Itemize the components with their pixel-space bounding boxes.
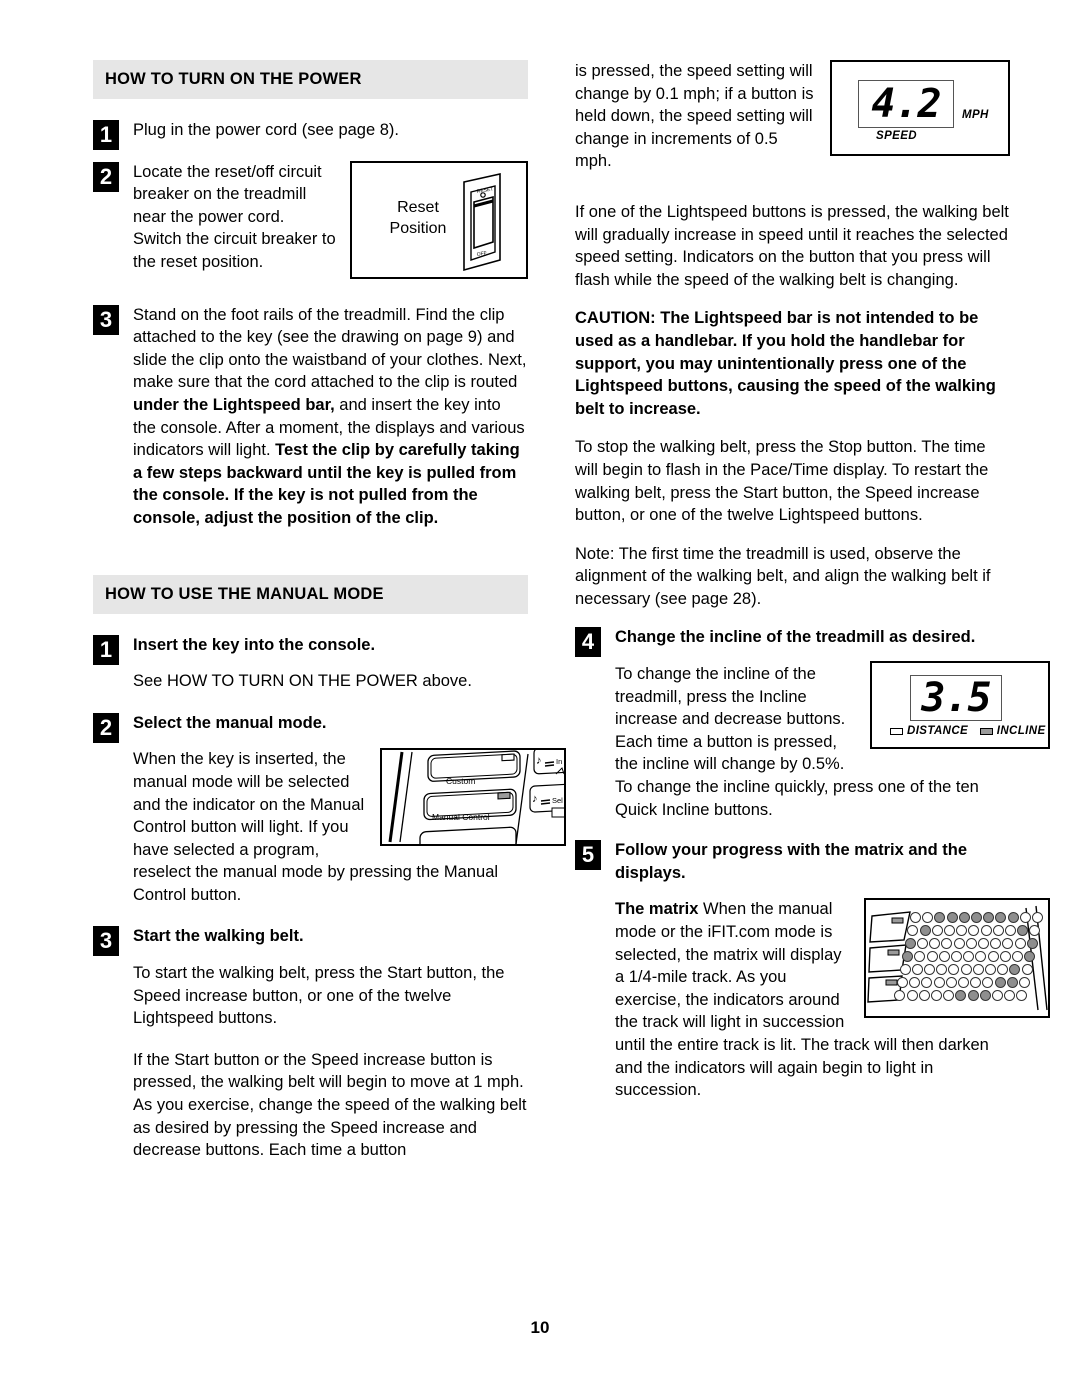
incline-captions: DISTANCE INCLINE bbox=[890, 725, 1046, 737]
speed-lcd-window: 4.2 bbox=[858, 80, 954, 128]
matrix-dot bbox=[946, 912, 958, 924]
step-title: Follow your progress with the matrix and… bbox=[615, 841, 968, 882]
step-number-badge: 2 bbox=[93, 712, 119, 743]
step-title: Change the incline of the treadmill as d… bbox=[615, 628, 976, 647]
matrix-dot bbox=[953, 938, 965, 950]
caption-incline: INCLINE bbox=[996, 725, 1046, 738]
step-number-badge: 4 bbox=[575, 627, 601, 658]
left-column: HOW TO TURN ON THE POWER 1 Plug in the p… bbox=[93, 60, 566, 1178]
step-title: Start the walking belt. bbox=[133, 927, 304, 946]
step-body-1: To start the walking belt, press the Sta… bbox=[133, 964, 505, 1028]
right-column: 4.2 SPEED MPH is pressed, the speed sett… bbox=[575, 60, 1050, 1118]
matrix-dot bbox=[906, 990, 918, 1002]
step-text-part1: Stand on the foot rails of the treadmill… bbox=[133, 305, 527, 392]
matrix-dot bbox=[933, 977, 945, 989]
console-button-label-custom: Custom bbox=[446, 776, 476, 787]
figure-console-buttons: ♪ ♪ In Sel Custom Manual Control bbox=[380, 748, 566, 847]
matrix-dot bbox=[960, 964, 972, 976]
figure-speed-display: 4.2 SPEED MPH bbox=[830, 60, 1010, 156]
step-follow-progress: 5 Follow your progress with the matrix a… bbox=[575, 839, 1050, 1102]
section-heading-manual-mode: HOW TO USE THE MANUAL MODE bbox=[93, 574, 528, 614]
caption-line-1: Reset bbox=[397, 198, 439, 216]
step-locate-circuit-breaker: 2 Reset Position RESET OFF Locate the re… bbox=[93, 160, 528, 285]
paragraph-stop-belt: To stop the walking belt, press the Stop… bbox=[575, 438, 989, 525]
section-heading-power: HOW TO TURN ON THE POWER bbox=[93, 60, 528, 99]
matrix-dot bbox=[994, 977, 1006, 989]
figure-incline-display: 3.5 DISTANCE INCLINE bbox=[870, 661, 1050, 750]
paragraph-lightspeed-buttons: If one of the Lightspeed buttons is pres… bbox=[575, 202, 1009, 289]
speed-caption: SPEED bbox=[876, 130, 917, 142]
step-text: Plug in the power cord (see page 8). bbox=[133, 121, 399, 139]
matrix-dot bbox=[919, 925, 931, 937]
step-text: Stand on the foot rails of the treadmill… bbox=[133, 304, 528, 530]
step-body-2: If the Start button or the Speed increas… bbox=[133, 1050, 527, 1160]
matrix-dot bbox=[926, 951, 938, 963]
step-number-badge: 2 bbox=[93, 161, 119, 192]
step-text-bold1: under the Lightspeed bar, bbox=[133, 395, 335, 414]
step-number-badge: 1 bbox=[93, 120, 119, 150]
manual-page: HOW TO TURN ON THE POWER 1 Plug in the p… bbox=[0, 0, 1080, 1397]
matrix-dot bbox=[1007, 912, 1019, 924]
step-change-incline: 4 Change the incline of the treadmill as… bbox=[575, 626, 1050, 821]
incline-value: 3.5 bbox=[921, 675, 991, 722]
step-number-badge: 1 bbox=[93, 634, 119, 665]
distance-led-icon bbox=[890, 727, 903, 735]
svg-text:Sel: Sel bbox=[552, 796, 563, 805]
console-button-label-manual-control: Manual Control bbox=[432, 812, 490, 823]
caption-distance: DISTANCE bbox=[907, 725, 969, 738]
figure-matrix-display bbox=[864, 898, 1050, 1019]
matrix-dot bbox=[967, 990, 979, 1002]
step-select-manual-mode: 2 Select the manual mode. ♪ ♪ In Sel Cus… bbox=[93, 712, 566, 907]
step-number-badge: 3 bbox=[93, 304, 119, 335]
incline-led-icon bbox=[979, 727, 993, 735]
svg-text:♪: ♪ bbox=[532, 793, 537, 805]
matrix-dot bbox=[987, 951, 999, 963]
step-insert-key: 1 Insert the key into the console. See H… bbox=[93, 634, 528, 693]
speed-value: 4.2 bbox=[871, 81, 941, 127]
step-attach-key-clip: 3 Stand on the foot rails of the treadmi… bbox=[93, 304, 528, 530]
step-plug-in-power-cord: 1 Plug in the power cord (see page 8). bbox=[93, 119, 528, 150]
paragraph-caution: CAUTION: The Lightspeed bar is not inten… bbox=[575, 309, 996, 418]
speed-unit: MPH bbox=[962, 109, 989, 121]
step-body: See HOW TO TURN ON THE POWER above. bbox=[133, 672, 472, 691]
matrix-dot bbox=[899, 964, 911, 976]
svg-text:♪: ♪ bbox=[536, 755, 541, 767]
step-title: Select the manual mode. bbox=[133, 713, 327, 732]
console-illustration: ♪ ♪ In Sel bbox=[388, 750, 564, 845]
paragraph-note-alignment: Note: The first time the treadmill is us… bbox=[575, 544, 991, 608]
caption-line-2: Position bbox=[389, 219, 447, 237]
svg-text:In: In bbox=[556, 757, 562, 766]
page-number: 10 bbox=[530, 1318, 550, 1337]
matrix-dot bbox=[1014, 938, 1026, 950]
step-number-badge: 3 bbox=[93, 926, 119, 957]
matrix-dot bbox=[1021, 964, 1033, 976]
matrix-dot bbox=[980, 925, 992, 937]
incline-lcd-window: 3.5 bbox=[910, 675, 1002, 722]
circuit-breaker-illustration: RESET OFF bbox=[463, 172, 501, 271]
step-start-walking-belt: 3 Start the walking belt. To start the w… bbox=[93, 925, 528, 1161]
figure-reset-position: Reset Position RESET OFF bbox=[350, 160, 528, 279]
step-title: Insert the key into the console. bbox=[133, 635, 376, 654]
step-number-badge: 5 bbox=[575, 840, 601, 871]
step-body-bold: The matrix bbox=[615, 900, 699, 919]
